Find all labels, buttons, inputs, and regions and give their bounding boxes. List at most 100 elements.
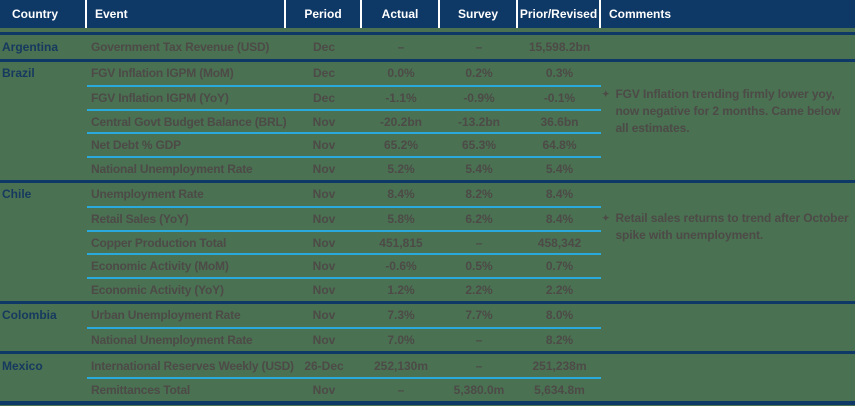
- prior-value: 5.4%: [518, 155, 601, 180]
- period-value: Nov: [286, 155, 362, 180]
- table-row-mexico-remittances: Remittances Total Nov – 5,380.0m 5,634.8…: [0, 377, 855, 401]
- actual-value: 1.2%: [362, 276, 440, 301]
- actual-value: 451,815: [362, 229, 440, 254]
- country-cell: [0, 156, 87, 180]
- comments-cell: [601, 377, 855, 401]
- comments-cell: [601, 183, 855, 207]
- country-cell: Mexico: [2, 358, 43, 373]
- period-value: Nov: [286, 229, 362, 254]
- prior-value: 0.3%: [545, 66, 574, 81]
- prior-value: 5,634.8m: [518, 377, 601, 401]
- column-header-survey: Survey: [440, 0, 518, 28]
- period-value: Dec: [312, 39, 335, 54]
- survey-value: -0.9%: [440, 85, 518, 109]
- comment-bullet-icon: ✦: [602, 213, 610, 223]
- table-header-row: Country Event Period Actual Survey Prior…: [0, 0, 855, 28]
- period-value: Dec: [312, 66, 335, 81]
- country-cell: [0, 132, 87, 156]
- event-label: Retail Sales (YoY): [87, 206, 286, 230]
- actual-value: -20.2bn: [362, 108, 440, 133]
- comments-cell: [601, 253, 855, 277]
- column-header-country: Country: [0, 0, 87, 28]
- period-value: 26-Dec: [304, 358, 344, 373]
- actual-value: 252,130m: [373, 358, 429, 373]
- event-label: Economic Activity (YoY): [87, 276, 286, 301]
- comment-brazil: ✦ FGV Inflation trending firmly lower yo…: [602, 86, 852, 137]
- comments-cell: [601, 304, 855, 328]
- table-row-colombia-national-unemployment: National Unemployment Rate Nov 7.0% – 8.…: [0, 327, 855, 351]
- actual-value: 65.2%: [362, 132, 440, 156]
- survey-value: 0.2%: [465, 66, 493, 81]
- column-header-event: Event: [87, 0, 286, 28]
- column-header-prior-revised: Prior/Revised: [518, 0, 601, 28]
- event-label: FGV Inflation IGPM (MoM): [91, 66, 234, 81]
- survey-value: –: [440, 327, 518, 351]
- country-cell: [0, 109, 87, 133]
- actual-value: 7.0%: [362, 327, 440, 351]
- country-cell: [0, 327, 87, 351]
- event-label: International Reserves Weekly (USD): [91, 358, 294, 373]
- event-label: Net Debt % GDP: [87, 132, 286, 156]
- prior-value: 15,598.2bn: [528, 39, 591, 54]
- survey-value: 2.2%: [440, 276, 518, 301]
- event-label: FGV Inflation IGPM (YoY): [87, 85, 286, 109]
- table-row-chile-economic-activity-mom: Economic Activity (MoM) Nov -0.6% 0.5% 0…: [0, 253, 855, 277]
- period-value: Nov: [286, 377, 362, 401]
- comment-bullet-icon: ✦: [602, 89, 610, 99]
- event-label: Economic Activity (MoM): [87, 253, 286, 277]
- country-cell: [0, 230, 87, 254]
- survey-value: 6.2%: [440, 206, 518, 230]
- survey-value: 5.4%: [440, 155, 518, 180]
- country-cell: [0, 277, 87, 301]
- prior-value: 251,238m: [532, 358, 587, 373]
- comment-chile: ✦ Retail sales returns to trend after Oc…: [602, 210, 852, 244]
- survey-value: –: [475, 39, 483, 54]
- prior-value: 458,342: [518, 229, 601, 254]
- table-row-argentina-tax-revenue: Argentina Government Tax Revenue (USD) D…: [0, 32, 855, 59]
- column-header-comments: Comments: [609, 7, 672, 21]
- comments-cell: [601, 156, 855, 180]
- survey-value: 0.5%: [440, 253, 518, 277]
- survey-value: 7.7%: [465, 308, 493, 323]
- comment-text: Retail sales returns to trend after Octo…: [615, 211, 849, 242]
- survey-value: 5,380.0m: [440, 377, 518, 401]
- table-row-brazil-igpm-mom: Brazil FGV Inflation IGPM (MoM) Dec 0.0%…: [0, 58, 855, 86]
- country-cell: Colombia: [2, 308, 57, 323]
- table-row-chile-economic-activity-yoy: Economic Activity (YoY) Nov 1.2% 2.2% 2.…: [0, 276, 855, 301]
- period-value: Nov: [286, 253, 362, 277]
- actual-value: -0.6%: [362, 253, 440, 277]
- survey-value: 65.3%: [440, 132, 518, 156]
- comments-cell: [601, 62, 855, 86]
- comment-text: FGV Inflation trending firmly lower yoy,…: [615, 87, 841, 135]
- survey-value: –: [440, 229, 518, 254]
- actual-value: 5.2%: [362, 155, 440, 180]
- period-value: Nov: [286, 327, 362, 351]
- country-cell: [0, 206, 87, 230]
- survey-value: –: [475, 358, 483, 373]
- survey-value: 8.2%: [465, 187, 493, 202]
- economic-calendar-table: Country Event Period Actual Survey Prior…: [0, 0, 855, 405]
- prior-value: 8.2%: [518, 327, 601, 351]
- prior-value: 8.0%: [545, 308, 574, 323]
- prior-value: 64.8%: [518, 132, 601, 156]
- survey-value: -13.2bn: [440, 108, 518, 133]
- prior-value: 36.6bn: [518, 108, 601, 133]
- comments-cell: [601, 35, 855, 59]
- period-value: Nov: [286, 206, 362, 230]
- country-cell: Brazil: [2, 66, 35, 81]
- event-label: National Unemployment Rate: [87, 155, 286, 180]
- country-cell: [0, 85, 87, 109]
- prior-value: 8.4%: [518, 206, 601, 230]
- country-cell: [0, 253, 87, 277]
- period-value: Nov: [312, 187, 336, 202]
- event-label: National Unemployment Rate: [87, 327, 286, 351]
- country-cell: Argentina: [2, 39, 59, 54]
- prior-value: 8.4%: [545, 187, 574, 202]
- actual-value: 5.8%: [362, 206, 440, 230]
- comments-cell: [601, 327, 855, 351]
- event-label: Urban Unemployment Rate: [91, 308, 241, 323]
- column-header-period: Period: [286, 0, 362, 28]
- table-row-chile-unemployment: Chile Unemployment Rate Nov 8.4% 8.2% 8.…: [0, 179, 855, 207]
- actual-value: 7.3%: [387, 308, 415, 323]
- country-cell: [0, 377, 87, 401]
